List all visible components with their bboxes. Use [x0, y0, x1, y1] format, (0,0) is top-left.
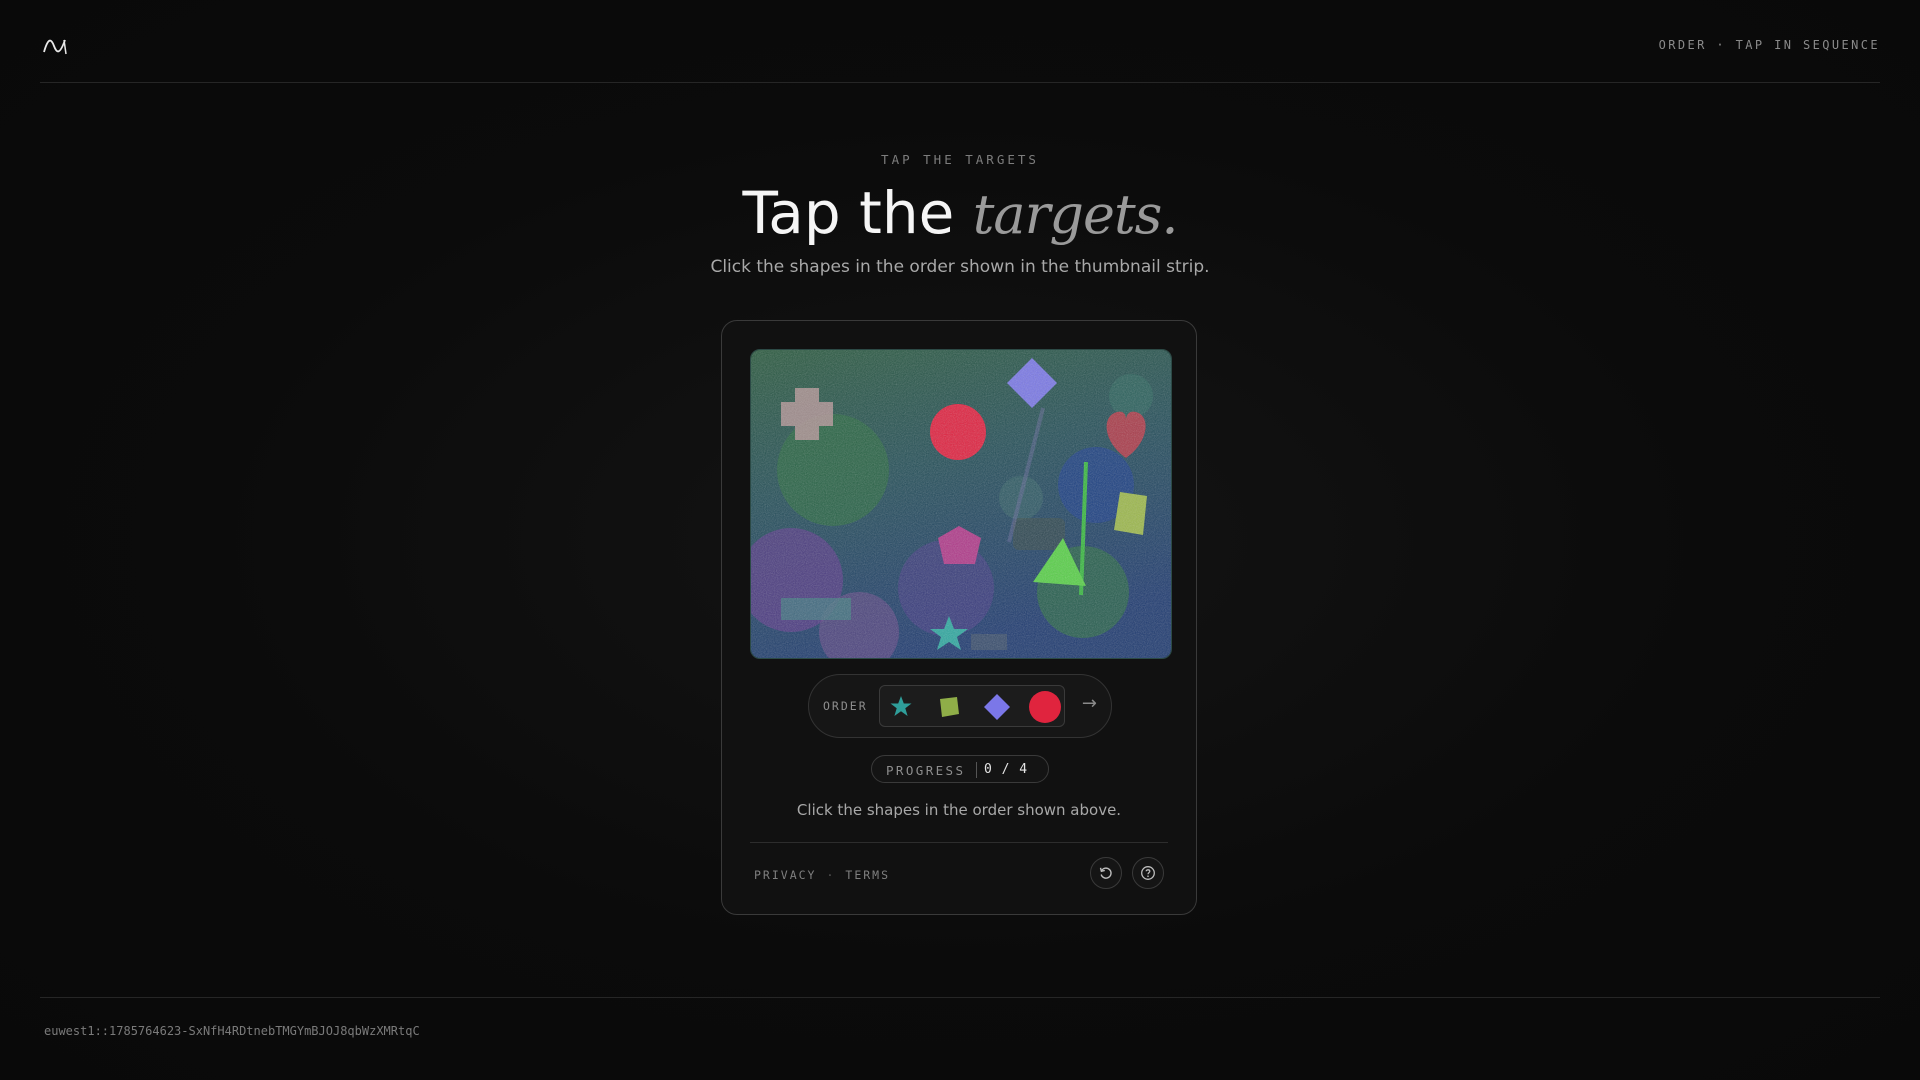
title-plain: Tap the [742, 179, 955, 247]
title-emphasis: targets. [972, 183, 1179, 246]
wave-logo-icon[interactable] [42, 36, 68, 56]
circle-icon [1029, 691, 1061, 723]
link-separator: · [826, 868, 836, 882]
legal-links: PRIVACY · TERMS [754, 868, 890, 882]
session-id: euwest1::1785764623-SxNfH4RDtnebTMGYmBJO… [44, 1024, 420, 1038]
order-thumbnails [879, 685, 1065, 727]
refresh-icon [1099, 867, 1112, 879]
progress-divider [976, 762, 977, 778]
page-title: Tap the targets. [0, 174, 1920, 254]
top-bar: ORDER · TAP IN SEQUENCE [40, 0, 1880, 83]
terms-link[interactable]: TERMS [845, 868, 890, 882]
help-icon [1141, 866, 1155, 880]
progress-value: 0 / 4 [984, 762, 1028, 777]
card-divider [750, 842, 1168, 843]
eyebrow: TAP THE TARGETS [881, 152, 1039, 167]
square-icon [940, 697, 959, 717]
footer-divider [40, 997, 1880, 998]
order-strip: ORDER → [808, 674, 1112, 738]
page-subtitle: Click the shapes in the order shown in t… [710, 257, 1210, 277]
arrow-right-icon: → [1081, 693, 1097, 714]
puzzle-canvas[interactable] [750, 349, 1172, 659]
refresh-button[interactable] [1090, 857, 1122, 889]
privacy-link[interactable]: PRIVACY [754, 868, 816, 882]
instruction-hint: Click the shapes in the order shown abov… [796, 801, 1122, 819]
mode-indicator: ORDER · TAP IN SEQUENCE [1658, 38, 1880, 52]
help-button[interactable] [1132, 857, 1164, 889]
challenge-card: ORDER → PROGRESS 0 / 4 Click the shapes … [721, 320, 1197, 915]
star-icon [890, 696, 912, 716]
progress-indicator: PROGRESS 0 / 4 [871, 755, 1049, 783]
diamond-icon [984, 694, 1010, 720]
progress-label: PROGRESS [886, 763, 966, 778]
order-label: ORDER [823, 699, 868, 713]
